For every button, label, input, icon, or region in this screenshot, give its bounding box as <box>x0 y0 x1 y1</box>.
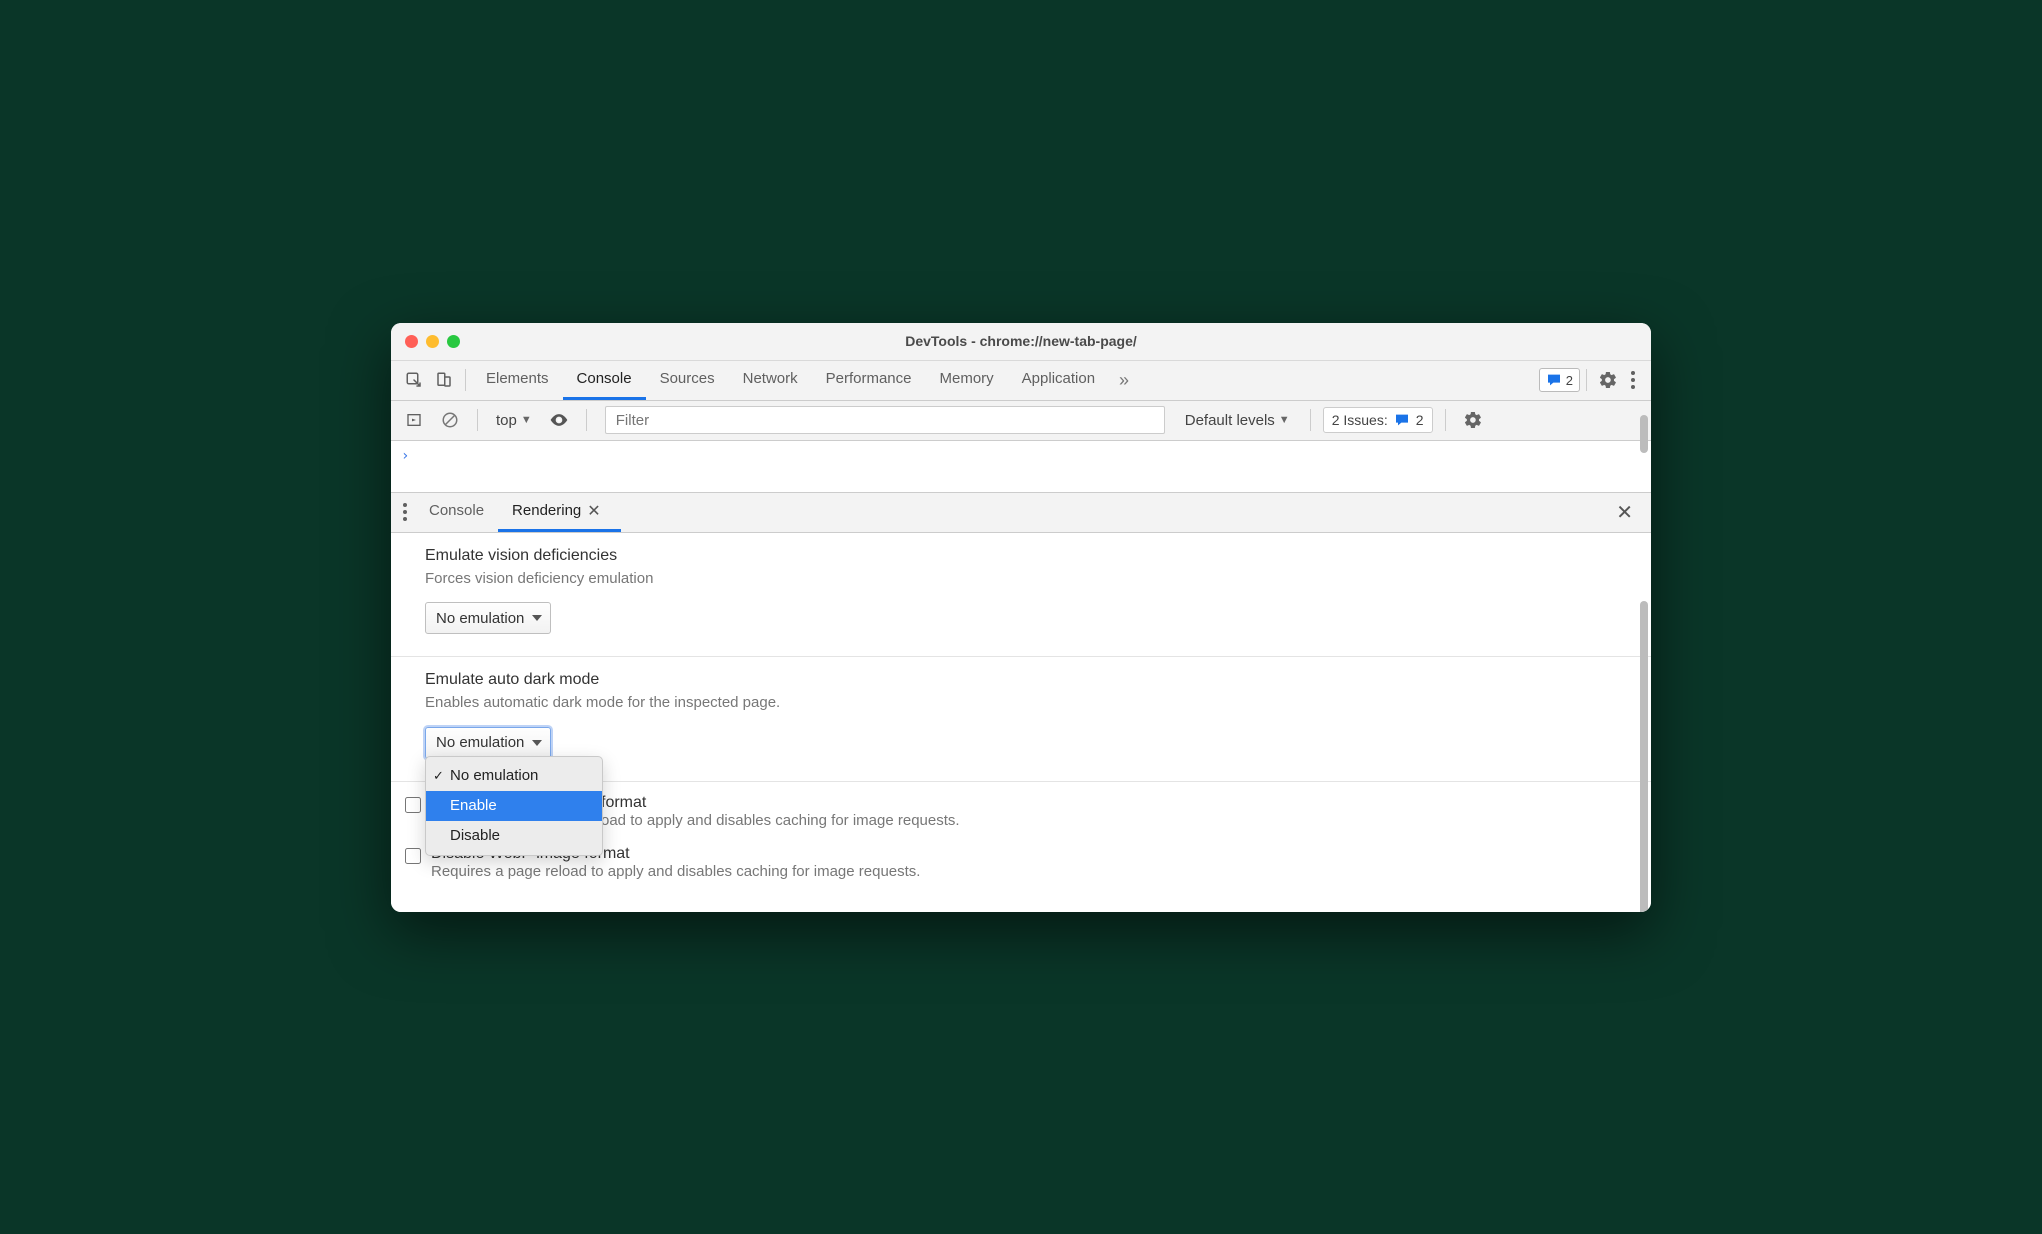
drawer-tab-console[interactable]: Console <box>415 492 498 532</box>
scrollbar[interactable] <box>1640 601 1648 912</box>
titlebar: DevTools - chrome://new-tab-page/ <box>391 323 1651 361</box>
close-drawer-icon[interactable]: ✕ <box>1602 500 1647 525</box>
tab-network[interactable]: Network <box>729 360 812 400</box>
divider <box>1310 409 1311 431</box>
device-toggle-icon[interactable] <box>429 365 459 395</box>
console-toolbar: top ▼ Default levels ▼ 2 Issues: 2 <box>391 401 1651 441</box>
auto-dark-mode-dropdown: No emulation Enable Disable <box>425 756 603 856</box>
close-tab-icon[interactable]: ✕ <box>581 501 606 521</box>
devtools-window: DevTools - chrome://new-tab-page/ Elemen… <box>391 323 1651 912</box>
divider <box>1445 409 1446 431</box>
console-body[interactable]: › <box>391 441 1651 493</box>
auto-dark-mode-value: No emulation <box>436 734 524 751</box>
tab-application[interactable]: Application <box>1008 360 1109 400</box>
divider <box>1586 369 1587 391</box>
toggle-sidebar-icon[interactable] <box>399 405 429 435</box>
window-title: DevTools - chrome://new-tab-page/ <box>391 333 1651 349</box>
feedback-count: 2 <box>1566 373 1573 388</box>
drawer-tab-bar: Console Rendering ✕ ✕ <box>391 493 1651 533</box>
dropdown-option-disable[interactable]: Disable <box>426 821 602 851</box>
chevron-down-icon: ▼ <box>521 414 532 426</box>
disable-webp-desc: Requires a page reload to apply and disa… <box>431 863 920 880</box>
vision-deficiencies-title: Emulate vision deficiencies <box>425 547 1617 565</box>
vision-deficiencies-select[interactable]: No emulation <box>425 602 551 634</box>
log-levels-label: Default levels <box>1185 412 1275 429</box>
vision-deficiencies-desc: Forces vision deficiency emulation <box>425 568 1617 591</box>
dropdown-option-enable[interactable]: Enable <box>426 791 602 821</box>
minimize-window-button[interactable] <box>426 335 439 348</box>
chevron-down-icon: ▼ <box>1279 414 1290 426</box>
disable-webp-checkbox[interactable] <box>405 848 421 864</box>
vision-deficiencies-section: Emulate vision deficiencies Forces visio… <box>391 533 1651 658</box>
drawer-more-icon[interactable] <box>395 497 415 527</box>
scrollbar[interactable] <box>1640 415 1648 453</box>
issues-count: 2 <box>1416 412 1424 428</box>
filter-input[interactable] <box>605 406 1165 434</box>
main-tab-bar: Elements Console Sources Network Perform… <box>391 361 1651 401</box>
issues-label: 2 Issues: <box>1332 412 1388 428</box>
tab-performance[interactable]: Performance <box>812 360 926 400</box>
divider <box>477 409 478 431</box>
more-options-icon[interactable] <box>1623 365 1643 395</box>
settings-gear-icon[interactable] <box>1593 365 1623 395</box>
auto-dark-mode-title: Emulate auto dark mode <box>425 671 1617 689</box>
close-window-button[interactable] <box>405 335 418 348</box>
console-prompt-icon: › <box>401 448 409 464</box>
inspect-element-icon[interactable] <box>399 365 429 395</box>
vision-deficiencies-value: No emulation <box>436 610 524 627</box>
disable-avif-title: format <box>601 794 960 812</box>
console-settings-gear-icon[interactable] <box>1458 405 1488 435</box>
execution-context-select[interactable]: top ▼ <box>490 412 538 429</box>
divider <box>465 369 466 391</box>
clear-console-icon[interactable] <box>435 405 465 435</box>
log-levels-select[interactable]: Default levels ▼ <box>1177 412 1298 429</box>
tab-memory[interactable]: Memory <box>926 360 1008 400</box>
divider <box>586 409 587 431</box>
tab-elements[interactable]: Elements <box>472 360 563 400</box>
live-expression-icon[interactable] <box>544 405 574 435</box>
drawer-tab-rendering[interactable]: Rendering ✕ <box>498 492 621 532</box>
issues-button[interactable]: 2 Issues: 2 <box>1323 407 1433 433</box>
drawer-tab-rendering-label: Rendering <box>512 502 581 519</box>
dropdown-option-no-emulation[interactable]: No emulation <box>426 761 602 791</box>
feedback-badge[interactable]: 2 <box>1539 368 1580 392</box>
zoom-window-button[interactable] <box>447 335 460 348</box>
execution-context-label: top <box>496 412 517 429</box>
rendering-panel: Emulate vision deficiencies Forces visio… <box>391 533 1651 912</box>
auto-dark-mode-desc: Enables automatic dark mode for the insp… <box>425 692 1617 715</box>
more-tabs-icon[interactable]: » <box>1109 365 1139 395</box>
traffic-lights <box>391 335 460 348</box>
tab-sources[interactable]: Sources <box>646 360 729 400</box>
disable-avif-desc: oad to apply and disables caching for im… <box>601 812 960 829</box>
disable-avif-checkbox[interactable] <box>405 797 421 813</box>
tab-console[interactable]: Console <box>563 360 646 400</box>
auto-dark-mode-select[interactable]: No emulation <box>425 727 551 759</box>
